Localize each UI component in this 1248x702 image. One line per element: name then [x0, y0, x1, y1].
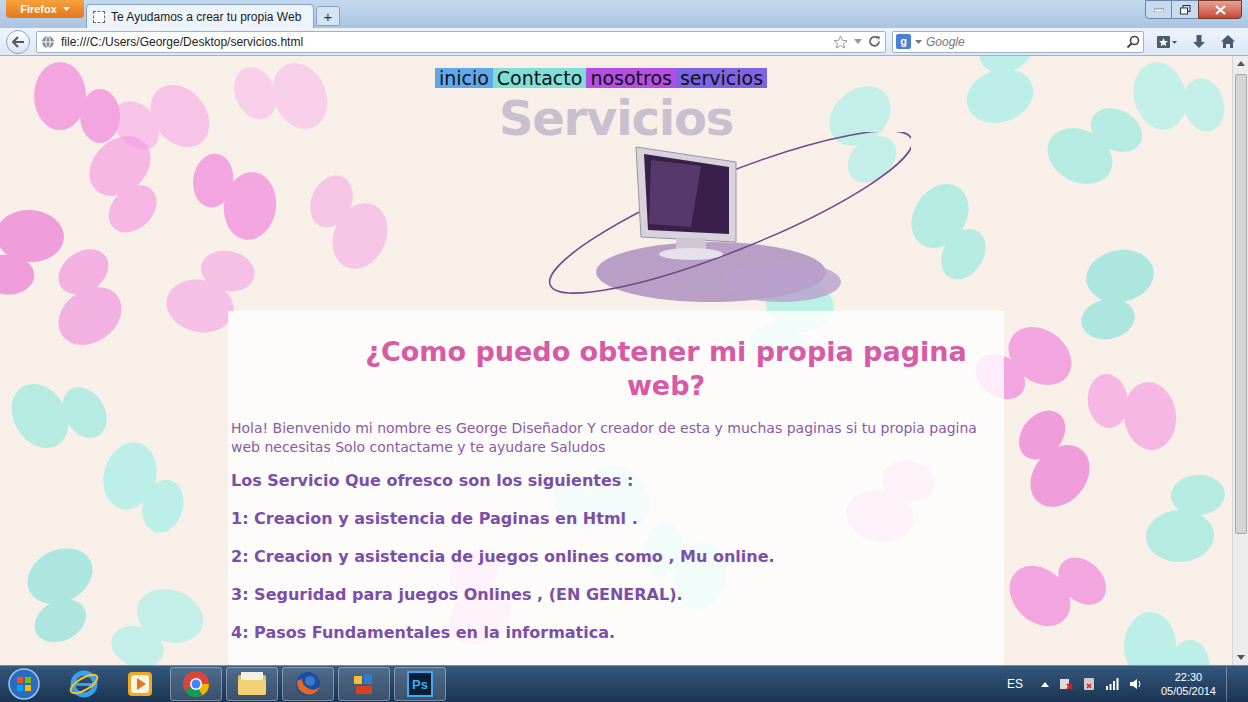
title-bar: FirefoxTe Ayudamos a crear tu propia Web… [0, 0, 1248, 28]
bookmarks-icon[interactable] [1156, 34, 1178, 50]
clock-time: 22:30 [1175, 670, 1203, 684]
scroll-up-icon[interactable] [1237, 61, 1245, 66]
action-center-icon[interactable] [1059, 677, 1073, 691]
media-player-icon [126, 670, 154, 698]
scroll-down-icon[interactable] [1237, 655, 1245, 660]
browser-tab[interactable]: Te Ayudamos a crear tu propia Web [86, 4, 314, 28]
nav-link[interactable]: nosotros [586, 68, 676, 88]
service-item: 1: Creacion y asistencia de Paginas en H… [231, 507, 1001, 531]
intro-text: Hola! Bienvenido mi nombre es George Dis… [231, 419, 1001, 457]
service-item: 4: Pasos Fundamentales en la informatica… [231, 621, 1001, 645]
taskbar-app[interactable] [338, 667, 390, 701]
close-button[interactable] [1198, 0, 1242, 19]
nav-link[interactable]: inicio [435, 68, 493, 88]
home-icon[interactable] [1220, 34, 1236, 49]
globe-icon [41, 35, 55, 49]
page-icon [93, 11, 105, 23]
page-viewport: inicioContactonosotrosserviciosServicios… [0, 56, 1248, 665]
back-button[interactable] [6, 30, 30, 54]
taskbar-app[interactable] [170, 667, 222, 701]
taskbar-app[interactable]: Ps [394, 667, 446, 701]
tool-icon [350, 670, 378, 698]
search-box[interactable]: gGoogle [892, 31, 1144, 53]
site-nav: inicioContactonosotrosservicios [435, 68, 767, 88]
minimize-button[interactable] [1145, 0, 1172, 19]
content-panel: ¿Como puedo obtener mi propia pagina web… [228, 311, 1004, 665]
firefox-icon [293, 669, 323, 699]
search-engine-badge[interactable]: g [896, 34, 911, 49]
reload-icon[interactable] [868, 35, 881, 48]
taskbar-app[interactable] [282, 667, 334, 701]
taskbar-app[interactable] [58, 667, 110, 701]
clock[interactable]: 22:3005/05/2014 [1161, 670, 1216, 698]
nav-link[interactable]: servicios [676, 68, 767, 88]
device-icon[interactable] [1083, 677, 1095, 691]
web-page: inicioContactonosotrosserviciosServicios… [0, 56, 1232, 665]
page-title: Servicios [499, 90, 733, 146]
clock-date: 05/05/2014 [1161, 684, 1216, 698]
show-hidden-icons-icon[interactable] [1041, 682, 1049, 687]
close-icon [1215, 5, 1226, 15]
nav-link[interactable]: Contacto [493, 68, 587, 88]
windows-logo-icon [7, 667, 41, 701]
restore-icon [1180, 5, 1191, 15]
taskbar: Ps ES 22:3005/05/2014 [0, 665, 1248, 702]
scrollbar-thumb[interactable] [1235, 74, 1247, 534]
service-item: 3: Seguridad para juegos Onlines , (EN G… [231, 583, 1001, 607]
bookmark-star-icon[interactable] [833, 35, 848, 49]
scrollbar[interactable] [1232, 56, 1248, 665]
download-icon[interactable] [1192, 34, 1206, 50]
show-desktop-button[interactable] [1226, 667, 1236, 701]
content-heading: ¿Como puedo obtener mi propia pagina web… [331, 335, 1001, 403]
internet-explorer-icon [69, 669, 99, 699]
folder-icon [236, 670, 268, 698]
taskbar-app[interactable] [226, 667, 278, 701]
language-indicator[interactable]: ES [1007, 675, 1023, 693]
engine-dropdown-icon[interactable] [915, 40, 922, 44]
address-bar[interactable]: file:///C:/Users/George/Desktop/servicio… [36, 31, 886, 53]
monitor-illustration [541, 132, 911, 307]
firefox-menu-button[interactable]: Firefox [6, 0, 84, 18]
service-item: 2: Creacion y asistencia de juegos onlin… [231, 545, 1001, 569]
taskbar-app[interactable] [114, 667, 166, 701]
new-tab-button[interactable]: + [316, 6, 340, 26]
desktop: FirefoxTe Ayudamos a crear tu propia Web… [0, 0, 1248, 702]
network-icon[interactable] [1105, 678, 1119, 690]
chrome-icon [181, 669, 211, 699]
start-button[interactable] [4, 667, 44, 701]
dropdown-arrow-icon [63, 7, 70, 11]
search-icon[interactable] [1126, 35, 1140, 49]
minimize-icon [1154, 8, 1164, 12]
navigation-bar: file:///C:/Users/George/Desktop/servicio… [0, 28, 1248, 56]
maximize-button[interactable] [1172, 0, 1198, 19]
history-dropdown-icon[interactable] [854, 39, 862, 44]
services-title: Los Servicio Que ofresco son los siguien… [231, 469, 1001, 493]
back-arrow-icon [12, 36, 25, 48]
volume-icon[interactable] [1129, 678, 1143, 690]
photoshop-icon: Ps [407, 671, 433, 697]
services-list: 1: Creacion y asistencia de Paginas en H… [231, 507, 1001, 645]
